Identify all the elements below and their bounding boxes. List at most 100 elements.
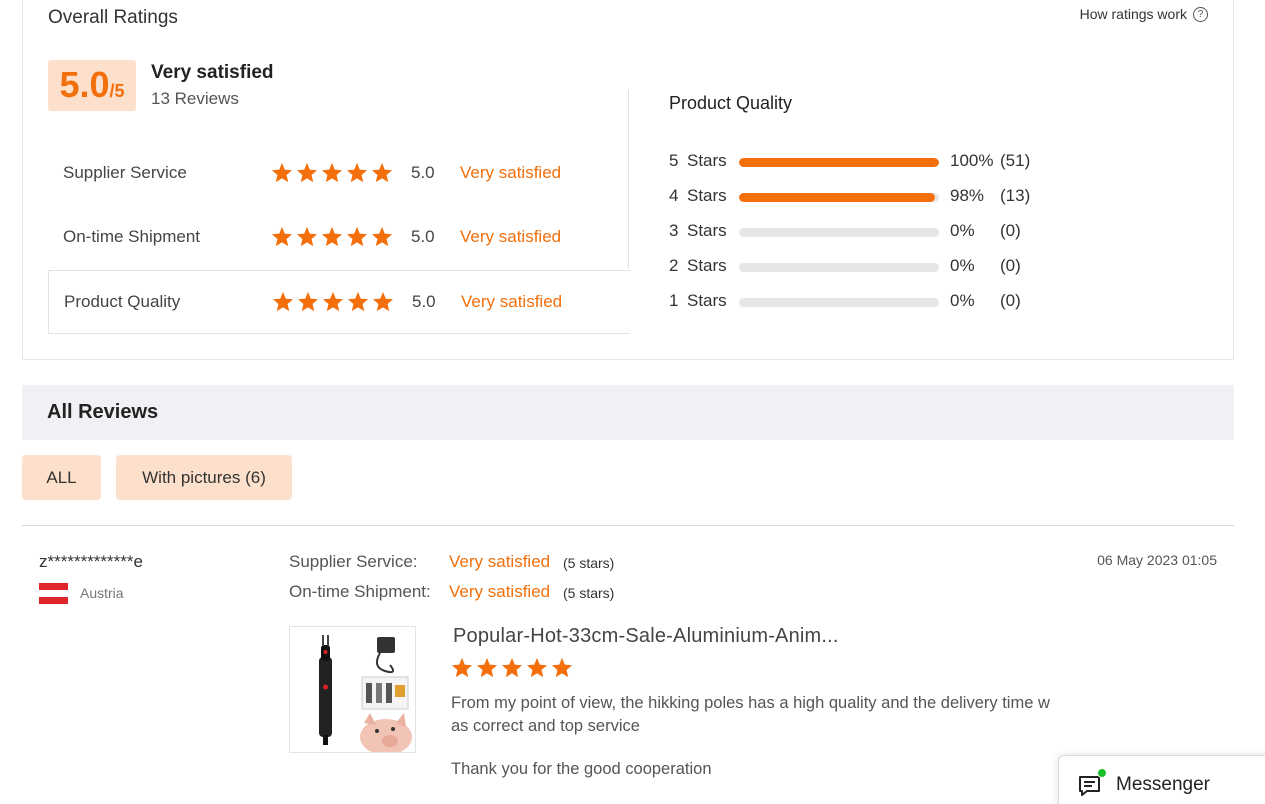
star-icon: [296, 291, 319, 313]
distribution-percent: 100%: [950, 151, 994, 170]
product-thumbnail[interactable]: [289, 626, 416, 753]
distribution-star-number: 1: [669, 291, 679, 310]
distribution-bar: [739, 158, 939, 167]
distribution-row: 2 Stars 0% (0): [669, 256, 1069, 278]
distribution-star-number: 4: [669, 186, 679, 205]
category-label: Very satisfied: [460, 163, 562, 182]
star-icon: [500, 657, 523, 679]
overall-summary-label: Very satisfied: [151, 62, 274, 83]
product-title-link[interactable]: Popular-Hot-33cm-Sale-Aluminium-Anim...: [453, 625, 839, 648]
category-name: Supplier Service: [63, 163, 187, 182]
star-icon: [370, 226, 393, 248]
distribution-bar-fill: [739, 158, 939, 167]
supplier-service-value: Very satisfied: [449, 552, 551, 571]
reviewer-name: z*************e: [39, 552, 143, 571]
star-icon: [345, 226, 368, 248]
overall-ratings-title: Overall Ratings: [48, 7, 178, 28]
star-icon: [270, 162, 293, 184]
distribution-percent: 0%: [950, 221, 975, 240]
austria-flag-icon: [39, 583, 68, 604]
overall-score: 5.0: [59, 64, 110, 105]
product-quality-title: Product Quality: [669, 93, 793, 113]
shipment-stars: (5 stars): [563, 585, 615, 601]
star-icon: [321, 291, 344, 313]
category-label: Very satisfied: [461, 292, 563, 311]
supplier-service-stars: (5 stars): [563, 555, 615, 571]
filter-all-button[interactable]: ALL: [22, 455, 101, 500]
help-circle-icon: ?: [1193, 6, 1208, 22]
distribution-star-label: Stars: [687, 151, 727, 170]
star-icon: [295, 226, 318, 248]
category-stars: [270, 162, 393, 184]
category-score: 5.0: [411, 163, 435, 182]
star-icon: [550, 657, 573, 679]
overall-score-badge: 5.0 /5: [48, 60, 136, 111]
panel-divider: [628, 90, 629, 268]
star-icon: [370, 162, 393, 184]
category-row-on-time-shipment[interactable]: On-time Shipment 5.0 Very satisfied: [48, 205, 630, 269]
how-ratings-label: How ratings work: [1079, 6, 1187, 22]
distribution-count: (0): [1000, 256, 1021, 275]
supplier-service-label: Supplier Service:: [289, 552, 418, 571]
distribution-percent: 0%: [950, 291, 975, 310]
overall-score-suffix: /5: [109, 81, 125, 101]
star-icon: [270, 226, 293, 248]
review-thanks-text: Thank you for the good cooperation: [451, 760, 712, 778]
all-reviews-header: All Reviews: [22, 385, 1234, 440]
overall-ratings-panel: Overall Ratings How ratings work ? 5.0 /…: [22, 0, 1234, 360]
how-ratings-work-link[interactable]: How ratings work ?: [1080, 6, 1208, 22]
distribution-star-label: Stars: [687, 256, 727, 275]
category-stars: [271, 291, 394, 313]
category-score: 5.0: [411, 227, 435, 246]
star-icon: [320, 226, 343, 248]
star-icon: [295, 162, 318, 184]
filter-with-pictures-button[interactable]: With pictures (6): [116, 455, 292, 500]
star-icon: [320, 162, 343, 184]
product-image: [290, 627, 415, 752]
distribution-percent: 0%: [950, 256, 975, 275]
shipment-label: On-time Shipment:: [289, 582, 431, 601]
distribution-percent: 98%: [950, 186, 985, 205]
category-label: Very satisfied: [460, 227, 562, 246]
distribution-bar: [739, 263, 939, 272]
category-row-supplier-service[interactable]: Supplier Service 5.0 Very satisfied: [48, 141, 630, 205]
messenger-label: Messenger: [1116, 774, 1210, 795]
distribution-row: 5 Stars 100% (51): [669, 151, 1069, 173]
star-icon: [345, 162, 368, 184]
overall-review-count: 13 Reviews: [151, 89, 239, 108]
online-status-dot: [1097, 768, 1107, 778]
review-text: From my point of view, the hikking poles…: [451, 692, 1081, 738]
star-icon: [525, 657, 548, 679]
distribution-bar: [739, 193, 939, 202]
reviewer-country: Austria: [80, 585, 124, 601]
distribution-row: 3 Stars 0% (0): [669, 221, 1069, 243]
reviews-divider: [22, 525, 1234, 526]
distribution-count: (13): [1000, 186, 1031, 205]
category-stars: [270, 226, 393, 248]
star-icon: [371, 291, 394, 313]
distribution-star-number: 3: [669, 221, 679, 240]
review-date: 06 May 2023 01:05: [1097, 552, 1217, 568]
category-score: 5.0: [412, 292, 436, 311]
distribution-star-label: Stars: [687, 186, 727, 205]
all-reviews-title: All Reviews: [47, 401, 159, 423]
category-name: On-time Shipment: [63, 227, 200, 246]
distribution-bar: [739, 228, 939, 237]
review-stars: [450, 657, 573, 679]
category-name: Product Quality: [64, 292, 181, 311]
distribution-bar-fill: [739, 193, 935, 202]
category-row-product-quality[interactable]: Product Quality 5.0 Very satisfied: [48, 270, 630, 334]
distribution-count: (0): [1000, 221, 1021, 240]
distribution-star-label: Stars: [687, 291, 727, 310]
review-text-line: From my point of view, the hikking poles…: [451, 694, 1050, 712]
star-icon: [346, 291, 369, 313]
star-icon: [271, 291, 294, 313]
distribution-star-number: 5: [669, 151, 679, 170]
review-text-line: as correct and top service: [451, 717, 640, 735]
distribution-bar: [739, 298, 939, 307]
messenger-button[interactable]: Messenger: [1058, 755, 1265, 804]
distribution-count: (51): [1000, 151, 1031, 170]
shipment-value: Very satisfied: [449, 582, 551, 601]
distribution-row: 1 Stars 0% (0): [669, 291, 1069, 313]
distribution-count: (0): [1000, 291, 1021, 310]
